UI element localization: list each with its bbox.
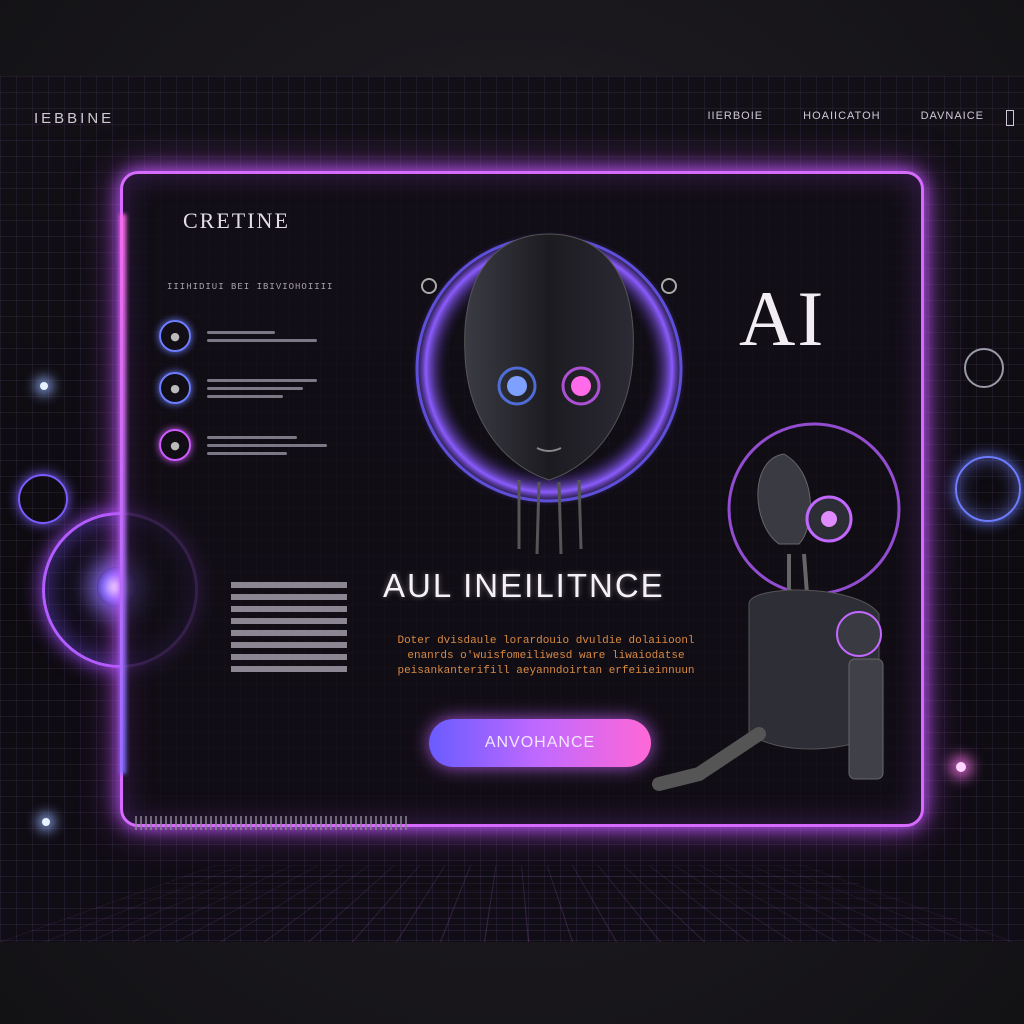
cta-button[interactable]: ANVOHANCE xyxy=(429,719,651,767)
site-logo[interactable]: IEBBINE xyxy=(34,110,114,127)
circle-dot-icon: ● xyxy=(159,320,191,352)
robot-illustration xyxy=(639,404,929,824)
nav-item-3[interactable]: DAVNAICE xyxy=(921,110,984,122)
panel-edge-glow xyxy=(120,214,126,774)
right-orb-icon xyxy=(955,456,1021,522)
hero-panel: CRETINE IIIHIDIUI BEI IBIVIOHOIIII ● ● ● xyxy=(120,171,924,827)
feature-item[interactable]: ● xyxy=(159,372,317,404)
feature-item[interactable]: ● xyxy=(159,429,327,461)
stat-bars xyxy=(231,582,347,672)
glow-dot-icon xyxy=(40,382,48,390)
hero-description: Doter dvisdaule lorardouio dvuldie dolai… xyxy=(381,634,711,679)
ai-heading: AI xyxy=(739,274,825,364)
panel-brand: CRETINE xyxy=(183,208,290,234)
hero-heading: AUL INEILITNCE xyxy=(383,567,665,605)
glow-dot-icon xyxy=(956,762,966,772)
nav-item-1[interactable]: IIERBOIE xyxy=(707,110,763,122)
nav-marker-icon xyxy=(1006,110,1014,126)
feature-text-lines xyxy=(207,436,327,455)
circle-dot-icon: ● xyxy=(159,429,191,461)
nav-item-2[interactable]: HOAIICATOH xyxy=(803,110,880,122)
glow-dot-icon xyxy=(42,818,50,826)
left-small-orb-icon xyxy=(18,474,68,524)
circle-dot-icon: ● xyxy=(159,372,191,404)
barcode-strip xyxy=(135,816,409,830)
feature-text-lines xyxy=(207,379,317,398)
feature-text-lines xyxy=(207,331,317,342)
top-navigation: IIERBOIE HOAIICATOH DAVNAICE xyxy=(707,110,984,122)
feature-item[interactable]: ● xyxy=(159,320,317,352)
app-screen: IEBBINE IIERBOIE HOAIICATOH DAVNAICE CRE… xyxy=(0,76,1024,942)
panel-tagline: IIIHIDIUI BEI IBIVIOHOIIII xyxy=(167,282,333,292)
right-small-orb-icon xyxy=(964,348,1004,388)
